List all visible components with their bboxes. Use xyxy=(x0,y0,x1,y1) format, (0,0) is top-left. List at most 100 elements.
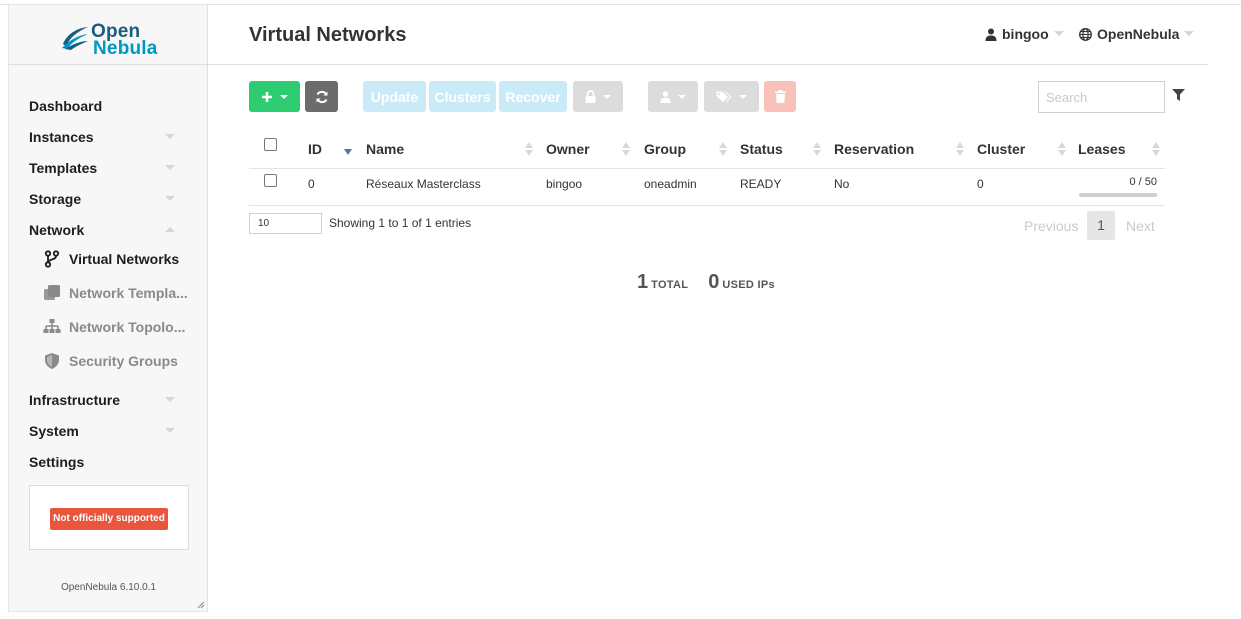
cell-id: 0 xyxy=(308,177,315,191)
page-title: Virtual Networks xyxy=(249,24,407,46)
lock-icon xyxy=(585,90,596,103)
select-all-checkbox[interactable] xyxy=(264,138,277,151)
plus-icon xyxy=(262,91,272,102)
sidebar-item-settings[interactable]: Settings xyxy=(9,447,208,478)
sort-icon[interactable] xyxy=(1058,142,1066,156)
refresh-button[interactable] xyxy=(305,81,338,112)
sidebar: Open Nebula Dashboard Instances Template… xyxy=(8,5,208,612)
support-box: Not officially supported xyxy=(29,485,189,550)
sitemap-icon xyxy=(43,319,61,333)
logo-line2: Nebula xyxy=(93,38,158,59)
logo[interactable]: Open Nebula xyxy=(9,5,208,65)
sort-icon[interactable] xyxy=(622,142,630,156)
opennebula-logo-icon xyxy=(62,27,88,50)
table-info: Showing 1 to 1 of 1 entries xyxy=(329,216,472,230)
column-header-id[interactable]: ID xyxy=(308,141,322,157)
cell-cluster: 0 xyxy=(977,177,984,191)
sidebar-item-virtual-networks[interactable]: Virtual Networks xyxy=(9,246,208,280)
column-header-leases[interactable]: Leases xyxy=(1078,141,1125,157)
delete-button[interactable] xyxy=(764,81,796,112)
total-value: 1 xyxy=(637,271,649,293)
filter-icon[interactable] xyxy=(1172,89,1185,101)
next-page-button[interactable]: Next xyxy=(1126,218,1155,234)
user-icon xyxy=(985,28,997,41)
sidebar-item-network-topology[interactable]: Network Topolo... xyxy=(9,314,208,348)
cell-reservation: No xyxy=(834,177,850,191)
support-badge[interactable]: Not officially supported xyxy=(50,508,168,530)
refresh-icon xyxy=(316,90,327,103)
sort-icon[interactable] xyxy=(719,142,727,156)
chevron-down-icon xyxy=(603,94,611,99)
sidebar-item-label: Dashboard xyxy=(29,98,103,114)
sidebar-item-label: Settings xyxy=(29,454,85,470)
sidebar-item-label: Storage xyxy=(29,191,82,207)
sidebar-item-label: Infrastructure xyxy=(29,392,121,408)
total-label: TOTAL xyxy=(651,279,689,291)
column-header-name[interactable]: Name xyxy=(366,141,404,157)
sidebar-item-instances[interactable]: Instances xyxy=(9,122,208,153)
summary-totals: 1 TOTAL 0 USED IPs xyxy=(637,271,795,294)
sidebar-item-label: Security Groups xyxy=(69,353,178,369)
resize-handle-icon[interactable] xyxy=(197,601,205,609)
sidebar-item-network-templates[interactable]: Network Templa... xyxy=(9,280,208,314)
page-header: Virtual Networks bingoo OpenNebula xyxy=(208,5,1208,65)
chevron-down-icon xyxy=(165,397,175,402)
recover-button[interactable]: Recover xyxy=(499,81,567,112)
create-button[interactable] xyxy=(249,81,300,112)
sidebar-item-infrastructure[interactable]: Infrastructure xyxy=(9,385,208,416)
used-ips-label: USED IPs xyxy=(722,279,775,291)
column-header-reservation[interactable]: Reservation xyxy=(834,141,914,157)
user-menu[interactable]: bingoo xyxy=(985,26,1064,42)
previous-page-button[interactable]: Previous xyxy=(1024,218,1078,234)
sidebar-item-label: Network Templa... xyxy=(69,285,188,301)
table-row-divider xyxy=(249,205,1165,206)
sidebar-item-label: Network xyxy=(29,222,85,238)
zone-menu[interactable]: OpenNebula xyxy=(1079,26,1195,42)
chevron-down-icon xyxy=(165,165,175,170)
sort-icon[interactable] xyxy=(1152,142,1160,156)
tags-icon xyxy=(716,91,732,102)
sort-desc-icon[interactable] xyxy=(344,149,352,163)
zone-name: OpenNebula xyxy=(1097,26,1180,42)
cell-status: READY xyxy=(740,177,782,191)
sidebar-item-label: Instances xyxy=(29,129,94,145)
cell-group: oneadmin xyxy=(644,177,697,191)
used-ips-value: 0 xyxy=(708,271,720,293)
trash-icon xyxy=(774,90,786,103)
sidebar-item-system[interactable]: System xyxy=(9,416,208,447)
chevron-up-icon xyxy=(165,227,175,232)
chevron-down-icon xyxy=(1053,31,1064,36)
sidebar-item-network[interactable]: Network xyxy=(9,215,208,246)
lock-button[interactable] xyxy=(573,81,623,112)
sort-icon[interactable] xyxy=(525,142,533,156)
page-length-select[interactable]: 10 xyxy=(249,213,322,234)
table-header-divider xyxy=(249,168,1165,169)
column-header-owner[interactable]: Owner xyxy=(546,141,590,157)
globe-icon xyxy=(1079,28,1092,41)
search-input[interactable] xyxy=(1038,81,1165,113)
code-fork-icon xyxy=(44,250,60,268)
cell-leases: 0 / 50 xyxy=(1129,176,1157,188)
sidebar-item-storage[interactable]: Storage xyxy=(9,184,208,215)
sidebar-item-security-groups[interactable]: Security Groups xyxy=(9,348,208,382)
current-page-button[interactable]: 1 xyxy=(1087,211,1115,240)
sidebar-item-dashboard[interactable]: Dashboard xyxy=(9,91,208,122)
column-header-group[interactable]: Group xyxy=(644,141,686,157)
change-owner-button[interactable] xyxy=(648,81,698,112)
sidebar-item-templates[interactable]: Templates xyxy=(9,153,208,184)
row-checkbox[interactable] xyxy=(264,174,277,187)
clusters-button[interactable]: Clusters xyxy=(429,81,496,112)
sort-icon[interactable] xyxy=(956,142,964,156)
chevron-down-icon xyxy=(678,94,686,99)
chevron-down-icon xyxy=(1184,31,1195,36)
chevron-down-icon xyxy=(165,428,175,433)
chevron-down-icon xyxy=(739,94,747,99)
clone-icon xyxy=(44,285,60,300)
logo-text: Open Nebula xyxy=(91,22,158,59)
column-header-cluster[interactable]: Cluster xyxy=(977,141,1025,157)
update-button[interactable]: Update xyxy=(363,81,426,112)
sort-icon[interactable] xyxy=(813,142,821,156)
labels-button[interactable] xyxy=(704,81,759,112)
user-icon xyxy=(660,90,671,103)
column-header-status[interactable]: Status xyxy=(740,141,783,157)
